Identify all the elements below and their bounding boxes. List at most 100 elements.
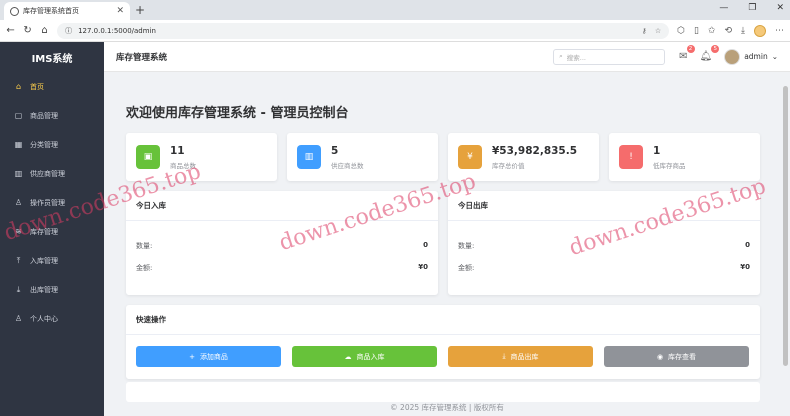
building-icon: ▥	[297, 145, 321, 169]
user-menu[interactable]: admin ⌄	[724, 48, 778, 65]
button-label: 库存查看	[668, 352, 697, 361]
browser-tab[interactable]: 库存管理系统首页 ✕	[4, 2, 130, 20]
downloads-icon[interactable]: ⤓	[741, 26, 745, 36]
qty-row: 数量: 0	[448, 241, 760, 251]
quick-actions-panel: 快速操作 + 添加商品 ☁ 商品入库 ⤓ 商品出库 ◉ 库存查看	[126, 305, 760, 379]
mail-icon[interactable]: ✉ 2	[679, 45, 695, 62]
amount-label: 金额:	[458, 264, 475, 272]
money-icon: ¥	[458, 145, 482, 169]
sidebar-item-label: 个人中心	[30, 314, 58, 323]
qty-value: 0	[423, 241, 428, 249]
sidebar-item-inventory[interactable]: ≋ 库存管理	[0, 217, 104, 246]
key-icon[interactable]: ⚷	[642, 27, 647, 35]
app: IMS系统 ⌂ 首页 ▢ 商品管理 ▦ 分类管理 ▥ 供应商管理 ♙ 操作员管理…	[0, 42, 790, 416]
extensions-icon[interactable]: ⬡	[677, 26, 685, 36]
button-label: 添加商品	[199, 352, 228, 361]
download-icon: ⤓	[502, 352, 506, 360]
history-icon[interactable]: ⟲	[724, 26, 732, 36]
browser-tabbar: 库存管理系统首页 ✕ + — ❐ ✕	[0, 0, 790, 20]
stat-card-products: ▣ 11 商品总数	[126, 133, 277, 181]
sidebar-item-stock-in[interactable]: ⤒ 入库管理	[0, 246, 104, 275]
stat-card-value: ¥ ¥53,982,835.5 库存总价值	[448, 133, 599, 181]
stat-label: 商品总数	[170, 161, 196, 170]
amount-value: ¥0	[740, 263, 750, 271]
stat-label: 库存总价值	[492, 161, 525, 170]
qty-label: 数量:	[458, 242, 475, 250]
home-icon: ⌂	[15, 82, 22, 91]
avatar	[724, 48, 741, 65]
star-icon[interactable]: ☆	[655, 27, 661, 35]
user-icon: ♙	[14, 198, 23, 207]
stat-value: 11	[170, 144, 185, 157]
amount-label: 金额:	[136, 264, 153, 272]
today-out-panel: 今日出库 数量: 0 金额: ¥0	[448, 191, 760, 295]
stat-label: 低库存商品	[653, 161, 686, 170]
home-icon[interactable]: ⌂	[40, 25, 49, 36]
page-title: 欢迎使用库存管理系统 - 管理员控制台	[126, 106, 349, 121]
download-icon: ⤓	[16, 284, 21, 294]
reload-icon[interactable]: ↻	[23, 25, 32, 36]
tab-title: 库存管理系统首页	[23, 7, 79, 15]
stats-row: ▣ 11 商品总数 ▥ 5 供应商总数 ¥ ¥53,982,835.5 库存总价值 !…	[126, 133, 768, 181]
building-icon: ▥	[14, 169, 23, 178]
sidebar-item-home[interactable]: ⌂ 首页	[0, 72, 104, 101]
restore-icon[interactable]: ❐	[748, 3, 756, 13]
favorites-icon[interactable]: ✩	[708, 26, 716, 36]
page-info-icon[interactable]: ⓘ	[65, 26, 72, 36]
footer: © 2025 库存管理系统 | 版权所有	[104, 402, 790, 416]
database-icon: ≋	[15, 227, 22, 236]
bottom-card	[126, 382, 760, 402]
header-title: 库存管理系统	[116, 52, 168, 63]
today-panels: 今日入库 数量: 0 金额: ¥0 今日出库 数量: 0 金额: ¥0	[126, 191, 768, 295]
scrollbar[interactable]	[783, 86, 788, 366]
search-placeholder: 搜索...	[566, 53, 586, 62]
more-icon[interactable]: ⋯	[775, 26, 784, 36]
button-label: 商品入库	[356, 352, 385, 361]
username: admin	[744, 52, 768, 61]
url-field[interactable]: ⓘ 127.0.0.1:5000/admin ⚷ ☆	[57, 22, 670, 39]
back-icon[interactable]: ←	[6, 25, 15, 36]
dashboard-content: 欢迎使用库存管理系统 - 管理员控制台 ▣ 11 商品总数 ▥ 5 供应商总数 ¥ …	[104, 102, 790, 379]
mail-badge: 2	[686, 45, 695, 53]
amount-row: 金额: ¥0	[126, 263, 438, 273]
sidebar-item-products[interactable]: ▢ 商品管理	[0, 101, 104, 130]
stat-value: ¥53,982,835.5	[492, 144, 578, 157]
button-label: 商品出库	[510, 352, 539, 361]
sidebar-item-stock-out[interactable]: ⤓ 出库管理	[0, 275, 104, 304]
bell-icon[interactable]: 🔔︎ 5	[700, 45, 720, 62]
view-inventory-button[interactable]: ◉ 库存查看	[604, 346, 749, 367]
profile-icon[interactable]	[753, 24, 766, 37]
sidebar-item-categories[interactable]: ▦ 分类管理	[0, 130, 104, 159]
sidebar-item-profile[interactable]: ♙ 个人中心	[0, 304, 104, 333]
minimize-icon[interactable]: —	[719, 3, 728, 13]
qty-row: 数量: 0	[126, 241, 438, 251]
plus-icon: +	[189, 352, 195, 361]
new-tab-button[interactable]: +	[135, 3, 145, 17]
user-icon: ♙	[14, 314, 23, 323]
stat-value: 1	[653, 144, 661, 157]
today-in-panel: 今日入库 数量: 0 金额: ¥0	[126, 191, 438, 295]
sidebar: IMS系统 ⌂ 首页 ▢ 商品管理 ▦ 分类管理 ▥ 供应商管理 ♙ 操作员管理…	[0, 42, 104, 416]
add-product-button[interactable]: + 添加商品	[136, 346, 281, 367]
close-tab-icon[interactable]: ✕	[116, 6, 124, 16]
split-screen-icon[interactable]: ▯	[694, 26, 699, 36]
top-header: 库存管理系统 ⌕ 搜索... ✉ 2 🔔︎ 5 admin ⌄	[104, 42, 790, 72]
close-window-icon[interactable]: ✕	[776, 3, 784, 13]
sidebar-item-label: 商品管理	[30, 111, 58, 120]
url-text: 127.0.0.1:5000/admin	[78, 26, 156, 35]
sidebar-item-suppliers[interactable]: ▥ 供应商管理	[0, 159, 104, 188]
warning-icon: !	[619, 145, 643, 169]
search-input[interactable]: ⌕ 搜索...	[553, 48, 666, 65]
shopping-bag-icon: ▣	[136, 145, 160, 169]
stat-card-suppliers: ▥ 5 供应商总数	[287, 133, 438, 181]
stock-in-button[interactable]: ☁ 商品入库	[292, 346, 437, 367]
sidebar-item-label: 分类管理	[30, 140, 58, 149]
sidebar-item-label: 操作员管理	[30, 198, 65, 207]
stat-card-low-stock: ! 1 低库存商品	[609, 133, 760, 181]
amount-row: 金额: ¥0	[448, 263, 760, 273]
panel-title: 今日出库	[448, 191, 760, 221]
sidebar-item-operators[interactable]: ♙ 操作员管理	[0, 188, 104, 217]
stock-out-button[interactable]: ⤓ 商品出库	[448, 346, 593, 367]
sidebar-item-label: 入库管理	[30, 256, 58, 265]
eye-icon: ◉	[656, 352, 664, 361]
